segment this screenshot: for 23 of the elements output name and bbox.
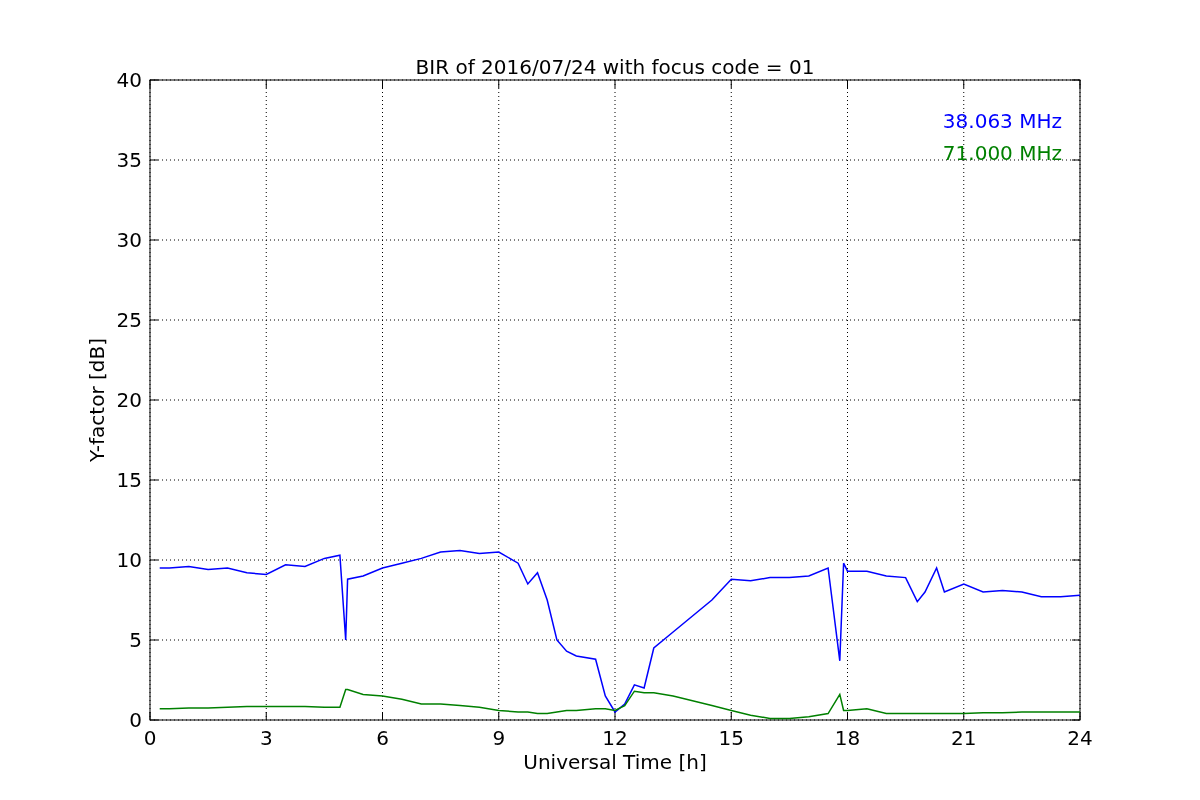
x-tick-label: 24 (1067, 726, 1093, 750)
y-tick-label: 15 (116, 468, 142, 492)
y-tick-label: 10 (116, 548, 142, 572)
y-tick-label: 35 (116, 148, 142, 172)
y-axis-label: Y-factor [dB] (85, 338, 109, 462)
x-tick-label: 0 (143, 726, 157, 750)
x-tick-label: 12 (602, 726, 628, 750)
x-axis-label: Universal Time [h] (523, 750, 707, 774)
y-tick-label: 5 (129, 628, 142, 652)
x-tick-label: 21 (951, 726, 977, 750)
y-tick-label: 30 (116, 228, 142, 252)
y-tick-label: 20 (116, 388, 142, 412)
y-tick-label: 0 (129, 708, 142, 732)
x-tick-label: 15 (718, 726, 744, 750)
x-tick-label: 18 (834, 726, 861, 750)
y-tick-label: 40 (116, 68, 142, 92)
x-tick-label: 6 (376, 726, 389, 750)
chart-title: BIR of 2016/07/24 with focus code = 01 (415, 55, 815, 79)
legend-label: 38.063 MHz (942, 109, 1062, 133)
x-tick-label: 9 (492, 726, 506, 750)
x-tick-label: 3 (259, 726, 273, 750)
y-tick-label: 25 (116, 308, 142, 332)
legend-label: 71.000 MHz (942, 141, 1062, 165)
